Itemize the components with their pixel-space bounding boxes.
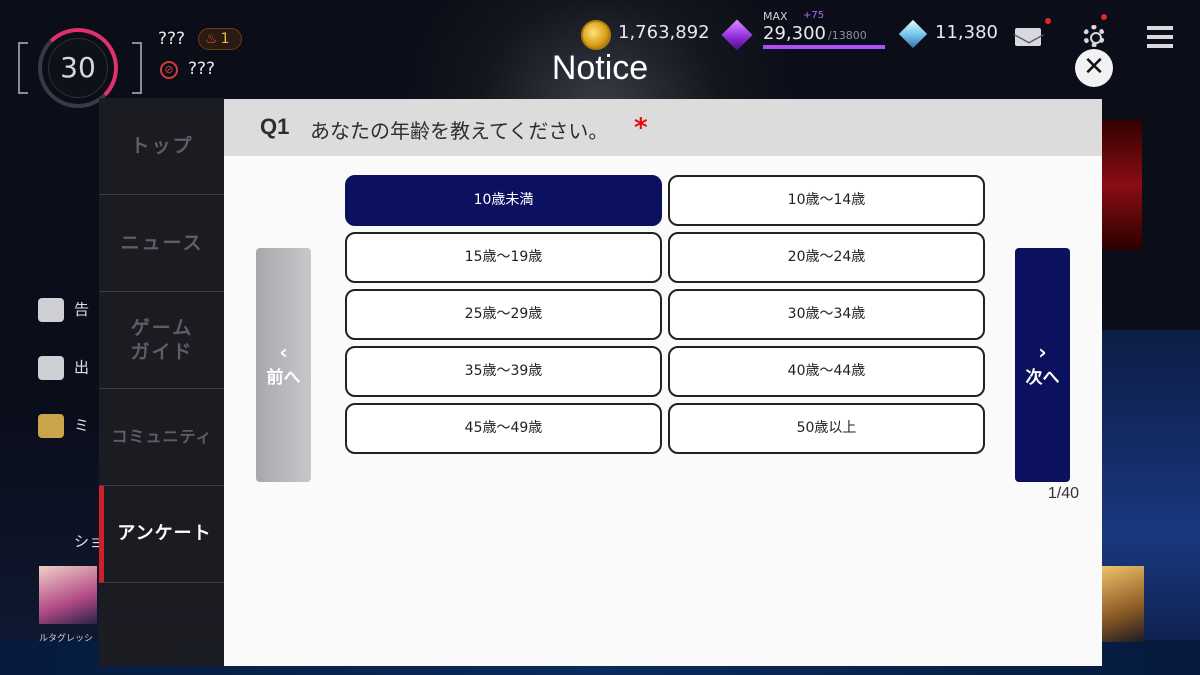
page-counter: 1/40: [1047, 485, 1079, 502]
gear-icon[interactable]: [1083, 25, 1105, 47]
next-button[interactable]: › 次へ: [1015, 248, 1070, 482]
mail-notification-dot: [1045, 18, 1051, 24]
age-option[interactable]: 35歳～39歳: [345, 346, 662, 397]
stamina-cap: /13800: [828, 29, 867, 42]
rank-badge: ♨ 1: [198, 28, 242, 50]
required-mark: *: [634, 113, 648, 143]
calendar-icon: [38, 356, 64, 380]
age-option[interactable]: 25歳～29歳: [345, 289, 662, 340]
chevron-right-icon: ›: [1038, 339, 1047, 364]
age-option[interactable]: 45歳～49歳: [345, 403, 662, 454]
avatar[interactable]: [39, 566, 97, 624]
character-portrait: [1100, 566, 1144, 642]
settings-notification-dot: [1101, 14, 1107, 20]
gem-icon: [898, 19, 928, 49]
outer-menu-item-shop[interactable]: ショ: [38, 530, 104, 554]
question-header: Q1 あなたの年齢を教えてください。 *: [224, 99, 1102, 156]
mail-icon[interactable]: [1015, 28, 1041, 46]
avatar-caption: ルタグレッシ: [39, 634, 94, 644]
hamburger-menu-icon[interactable]: [1147, 26, 1173, 48]
side-menu: トップ ニュース ゲーム ガイド コミュニティ アンケート: [99, 98, 225, 666]
question-text: あなたの年齢を教えてください。: [310, 119, 609, 143]
stamina-icon: [721, 19, 754, 51]
dialog-title: Notice: [551, 49, 649, 87]
gem-count: 11,380: [935, 22, 998, 43]
age-option[interactable]: 20歳～24歳: [668, 232, 985, 283]
side-menu-item-news[interactable]: ニュース: [99, 195, 225, 292]
chevron-left-icon: ‹: [279, 339, 288, 364]
prev-button[interactable]: ‹ 前へ: [256, 248, 311, 482]
bell-icon: [38, 298, 64, 322]
prev-label: 前へ: [266, 367, 301, 388]
age-option[interactable]: 10歳～14歳: [668, 175, 985, 226]
stamina-max-label: MAX: [763, 10, 788, 23]
age-option[interactable]: 30歳～34歳: [668, 289, 985, 340]
outer-menu-item-announce[interactable]: 告: [38, 298, 89, 322]
age-option[interactable]: 15歳～19歳: [345, 232, 662, 283]
age-option[interactable]: 10歳未満: [345, 175, 662, 226]
close-button[interactable]: ✕: [1075, 49, 1113, 87]
side-menu-item-top[interactable]: トップ: [99, 98, 225, 195]
stamina-value: 29,300: [763, 23, 826, 44]
cart-icon: [38, 530, 64, 554]
side-menu-item-survey[interactable]: アンケート: [99, 486, 225, 583]
trophy-icon: [38, 414, 64, 438]
stamina-bonus: +75: [803, 10, 825, 21]
flame-icon: ♨: [205, 31, 218, 47]
background-red-panel: [1100, 120, 1142, 250]
player-name: ???: [158, 29, 186, 49]
coin-icon: [581, 20, 611, 50]
next-label: 次へ: [1025, 367, 1060, 388]
age-option[interactable]: 40歳～44歳: [668, 346, 985, 397]
coin-count: 1,763,892: [618, 22, 710, 43]
outer-menu-item-calendar[interactable]: 出: [38, 356, 89, 380]
rank-value: 1: [220, 31, 230, 47]
side-menu-item-game-guide[interactable]: ゲーム ガイド: [99, 292, 225, 389]
outer-menu-item-mission[interactable]: ミ: [38, 414, 89, 438]
survey-panel: Q1 あなたの年齢を教えてください。 * 10歳未満 10歳～14歳 15歳～1…: [224, 99, 1102, 666]
side-menu-item-community[interactable]: コミュニティ: [99, 389, 225, 486]
question-number: Q1: [260, 114, 290, 139]
age-option[interactable]: 50歳以上: [668, 403, 985, 454]
